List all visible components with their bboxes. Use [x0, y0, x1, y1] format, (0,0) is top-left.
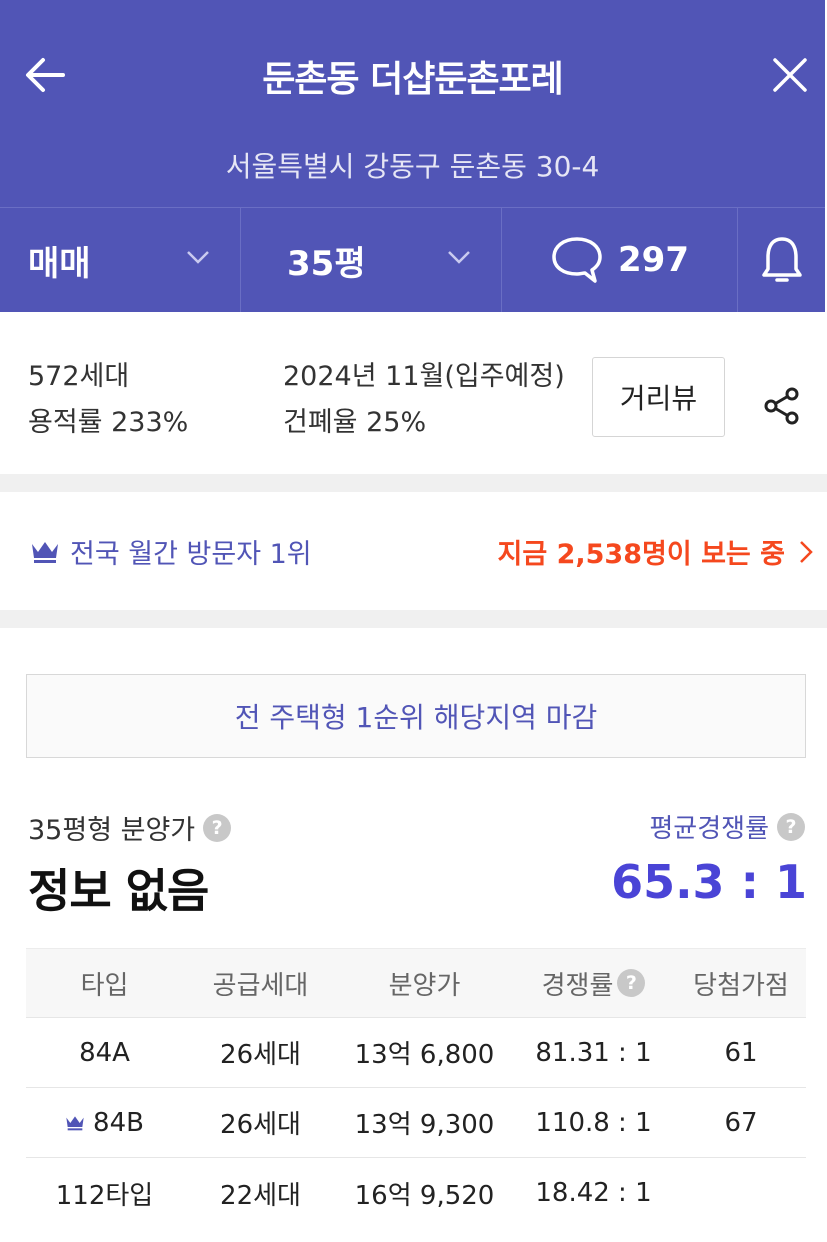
households: 572세대: [28, 361, 130, 392]
unit-type-table: 타입 공급세대 분양가 경쟁률 ? 당첨가점 84A 26세대 13억 6,80…: [26, 948, 806, 1228]
chevron-right-icon: [800, 540, 813, 563]
visitor-banner: 전국 월간 방문자 1위 지금 2,538명이 보는 중: [0, 492, 827, 610]
column-header: 공급세대: [212, 970, 309, 1001]
share-button[interactable]: [758, 382, 806, 430]
chevron-down-icon: [448, 251, 470, 264]
deal-type-label: 매매: [28, 243, 91, 284]
cell-price: 13억 9,300: [354, 1110, 495, 1140]
cell-type: 84B: [26, 1108, 183, 1138]
section-divider: [0, 610, 827, 628]
floor-area-ratio: 용적률 233%: [28, 407, 189, 438]
share-icon: [764, 387, 799, 425]
viewing-now-link[interactable]: 지금 2,538명이 보는 중: [498, 532, 813, 571]
bell-icon: [761, 237, 802, 282]
visitor-rank: 전국 월간 방문자 1위: [30, 532, 312, 571]
cell-type: 112타입: [55, 1180, 154, 1211]
address: 서울특별시 강동구 둔촌동 30-4: [225, 150, 600, 183]
column-header: 당첨가점: [693, 970, 789, 1001]
cell-supply: 26세대: [220, 1110, 301, 1140]
crown-icon: [32, 541, 58, 563]
move-in-date: 2024년 11월(입주예정): [283, 361, 565, 392]
column-header-competition: 경쟁률 ?: [511, 965, 676, 1002]
column-header: 분양가: [388, 970, 461, 1001]
avg-competition-value: 65.3 : 1: [611, 855, 807, 909]
column-header-label: 경쟁률: [541, 970, 614, 1001]
app-header: 둔촌동 더샵둔촌포레 서울특별시 강동구 둔촌동 30-4 매매 35평 297: [0, 0, 825, 312]
header-top: 둔촌동 더샵둔촌포레 서울특별시 강동구 둔촌동 30-4: [0, 0, 825, 207]
comment-count: 297: [618, 240, 689, 280]
price-label: 35평형 분양가: [28, 815, 196, 846]
section-divider: [0, 474, 827, 492]
crown-icon: [66, 1115, 84, 1130]
avg-competition-label-row: 평균경쟁률 ?: [649, 808, 805, 845]
price-value: 정보 없음: [28, 864, 209, 918]
comments-button[interactable]: 297: [502, 208, 738, 312]
cell-score: 67: [724, 1107, 758, 1138]
avg-competition-label: 평균경쟁률: [649, 814, 769, 844]
cell-supply: 26세대: [220, 1040, 301, 1070]
help-icon[interactable]: ?: [203, 813, 232, 842]
chevron-down-icon: [187, 251, 209, 264]
page-title: 둔촌동 더샵둔촌포레: [262, 59, 564, 100]
notification-button[interactable]: [738, 208, 825, 312]
help-icon[interactable]: ?: [617, 969, 646, 997]
table-row[interactable]: 84A 26세대 13억 6,800 81.31 : 1 61: [26, 1018, 806, 1088]
cell-price: 16억 9,520: [354, 1180, 495, 1211]
size-label: 35평: [287, 243, 366, 284]
visitor-rank-text: 전국 월간 방문자 1위: [70, 539, 312, 570]
complex-info: 572세대 용적률 233% 2024년 11월(입주예정) 건폐율 25% 거…: [0, 312, 827, 474]
viewing-now-text: 지금 2,538명이 보는 중: [497, 539, 785, 570]
info-col-right: 2024년 11월(입주예정) 건폐율 25%: [283, 354, 565, 446]
close-icon: [773, 58, 807, 92]
table-row[interactable]: 84B 26세대 13억 9,300 110.8 : 1 67: [26, 1088, 806, 1158]
comment-icon: [552, 237, 602, 283]
street-view-button[interactable]: 거리뷰: [592, 357, 725, 437]
cell-competition: 18.42 : 1: [535, 1178, 652, 1208]
column-header: 타입: [80, 970, 129, 1001]
building-coverage: 건폐율 25%: [283, 407, 427, 438]
close-button[interactable]: [765, 50, 815, 100]
filter-bar: 매매 35평 297: [0, 207, 825, 312]
cell-competition: 110.8 : 1: [535, 1107, 652, 1138]
cell-supply: 22세대: [220, 1180, 301, 1211]
subscription-notice: 전 주택형 1순위 해당지역 마감: [26, 674, 806, 758]
help-icon[interactable]: ?: [777, 812, 805, 841]
table-header: 타입 공급세대 분양가 경쟁률 ? 당첨가점: [26, 948, 806, 1018]
cell-type: 84A: [79, 1037, 130, 1068]
cell-price: 13억 6,800: [354, 1040, 495, 1070]
price-label-row: 35평형 분양가 ?: [28, 808, 232, 847]
deal-type-select[interactable]: 매매: [0, 208, 241, 312]
cell-type-label: 84B: [93, 1107, 144, 1138]
cell-score: 61: [724, 1037, 758, 1068]
size-select[interactable]: 35평: [241, 208, 502, 312]
info-col-left: 572세대 용적률 233%: [28, 354, 188, 446]
table-row[interactable]: 112타입 22세대 16억 9,520 18.42 : 1: [26, 1158, 806, 1228]
cell-competition: 81.31 : 1: [535, 1037, 652, 1068]
